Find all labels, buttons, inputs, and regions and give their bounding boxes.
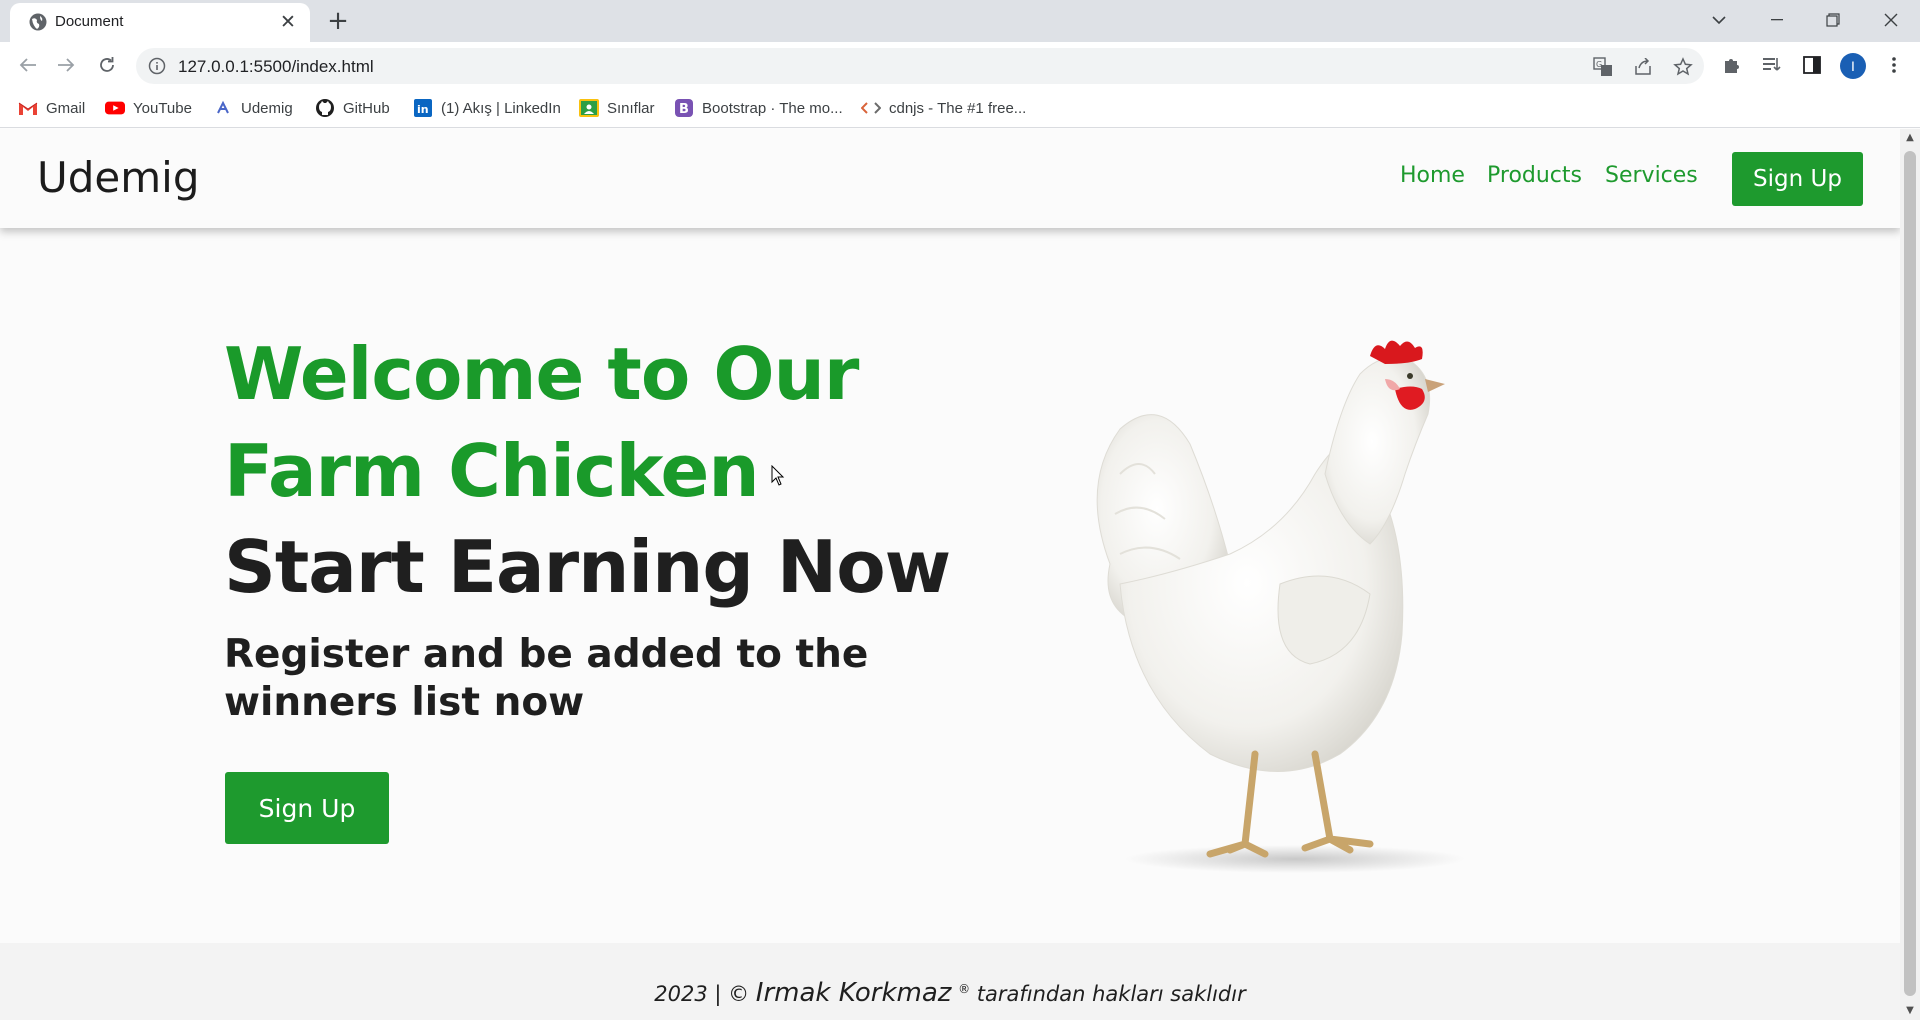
bookmark-linkedin[interactable]: in (1) Akış | LinkedIn	[413, 94, 561, 122]
restore-window-button[interactable]	[1818, 6, 1848, 34]
svg-text:in: in	[417, 103, 429, 116]
footer-suffix: tarafından hakları saklıdır	[970, 982, 1246, 1006]
youtube-icon	[105, 98, 125, 118]
new-tab-button[interactable]: +	[324, 7, 352, 35]
nav-services-link[interactable]: Services	[1605, 163, 1698, 188]
site-header: Udemig Home Products Services Sign Up	[0, 129, 1900, 228]
nav-products-link[interactable]: Products	[1487, 163, 1582, 188]
bookmark-cdnjs[interactable]: cdnjs - The #1 free...	[861, 94, 1026, 122]
footer-prefix: 2023 | ©	[654, 982, 756, 1006]
github-icon	[315, 98, 335, 118]
white-chicken-image	[1096, 340, 1465, 873]
extensions-puzzle-icon[interactable]	[1718, 51, 1746, 79]
bookmark-label: GitHub	[343, 99, 390, 117]
bookmark-youtube[interactable]: YouTube	[105, 94, 192, 122]
site-info-icon[interactable]	[148, 57, 166, 75]
bookmark-gmail[interactable]: Gmail	[18, 94, 85, 122]
scroll-up-arrow-icon[interactable]: ▲	[1905, 133, 1915, 143]
tab-search-chevron-icon[interactable]	[1704, 6, 1734, 34]
bootstrap-icon: B	[674, 98, 694, 118]
hero-title-line3: Start Earning Now	[224, 525, 951, 609]
profile-avatar[interactable]: I	[1840, 53, 1866, 79]
bookmark-udemig[interactable]: Udemig	[213, 94, 293, 122]
browser-tab-strip: Document ✕ +	[0, 0, 1920, 42]
page-viewport: Udemig Home Products Services Sign Up We…	[0, 129, 1900, 1020]
reading-list-icon[interactable]	[1758, 51, 1786, 79]
bookmark-label: YouTube	[133, 99, 192, 117]
minimize-window-button[interactable]	[1762, 6, 1792, 34]
close-window-button[interactable]	[1876, 6, 1906, 34]
bookmark-label: Bootstrap · The mo...	[702, 99, 843, 117]
mouse-cursor-icon	[771, 465, 785, 486]
svg-text:B: B	[679, 102, 689, 117]
bookmark-label: Udemig	[241, 99, 293, 117]
footer-copyright: 2023 | © Irmak Korkmaz ® tarafından hakl…	[0, 978, 1900, 1008]
hero-title-line2: Farm Chicken	[224, 429, 760, 513]
footer-author: Irmak Korkmaz	[755, 978, 952, 1008]
cdnjs-icon	[861, 98, 881, 118]
back-arrow-icon[interactable]	[12, 49, 44, 81]
gmail-icon	[18, 98, 38, 118]
bookmark-label: Sınıflar	[607, 99, 655, 117]
browser-menu-icon[interactable]	[1880, 51, 1908, 79]
tab-title: Document	[55, 13, 124, 30]
linkedin-icon: in	[413, 98, 433, 118]
svg-text:G: G	[1596, 60, 1602, 69]
nav-home-link[interactable]: Home	[1400, 163, 1465, 188]
bookmark-label: Gmail	[46, 99, 86, 117]
brand-logo[interactable]: Udemig	[37, 153, 199, 202]
hero-title-line1: Welcome to Our	[224, 332, 859, 416]
browser-tab-document[interactable]: Document ✕	[10, 3, 310, 42]
address-bar[interactable]: 127.0.0.1:5500/index.html G	[136, 48, 1704, 84]
bookmark-siniflar[interactable]: Sınıflar	[579, 94, 655, 122]
globe-icon	[29, 13, 47, 31]
hero-signup-button[interactable]: Sign Up	[225, 772, 389, 844]
scrollbar-thumb[interactable]	[1904, 151, 1916, 996]
forward-arrow-icon[interactable]	[50, 49, 82, 81]
footer-registered-mark: ®	[958, 982, 971, 996]
header-signup-button[interactable]: Sign Up	[1732, 152, 1863, 206]
bookmark-bootstrap[interactable]: B Bootstrap · The mo...	[674, 94, 843, 122]
classroom-icon	[579, 98, 599, 118]
scroll-down-arrow-icon[interactable]: ▼	[1905, 1006, 1915, 1016]
site-footer: 2023 | © Irmak Korkmaz ® tarafından hakl…	[0, 943, 1900, 1020]
udemig-icon	[213, 98, 233, 118]
reload-icon[interactable]	[91, 49, 123, 81]
bookmark-github[interactable]: GitHub	[315, 94, 390, 122]
hero-subtitle-line2: winners list now	[224, 680, 585, 725]
share-icon[interactable]	[1631, 55, 1655, 79]
hero-subtitle-line1: Register and be added to the	[224, 632, 869, 677]
close-tab-icon[interactable]: ✕	[276, 10, 300, 34]
translate-icon[interactable]: G	[1591, 55, 1615, 79]
bookmarks-bar: Gmail YouTube Udemig GitHub in (1) Akış …	[0, 88, 1920, 128]
bookmark-label: cdnjs - The #1 free...	[889, 99, 1027, 117]
bookmark-label: (1) Akış | LinkedIn	[441, 99, 561, 117]
browser-toolbar: 127.0.0.1:5500/index.html G I	[0, 42, 1920, 88]
url-text: 127.0.0.1:5500/index.html	[178, 57, 374, 76]
bookmark-star-icon[interactable]	[1671, 55, 1695, 79]
page-scrollbar[interactable]: ▲ ▼	[1900, 129, 1920, 1020]
side-panel-icon[interactable]	[1798, 51, 1826, 79]
